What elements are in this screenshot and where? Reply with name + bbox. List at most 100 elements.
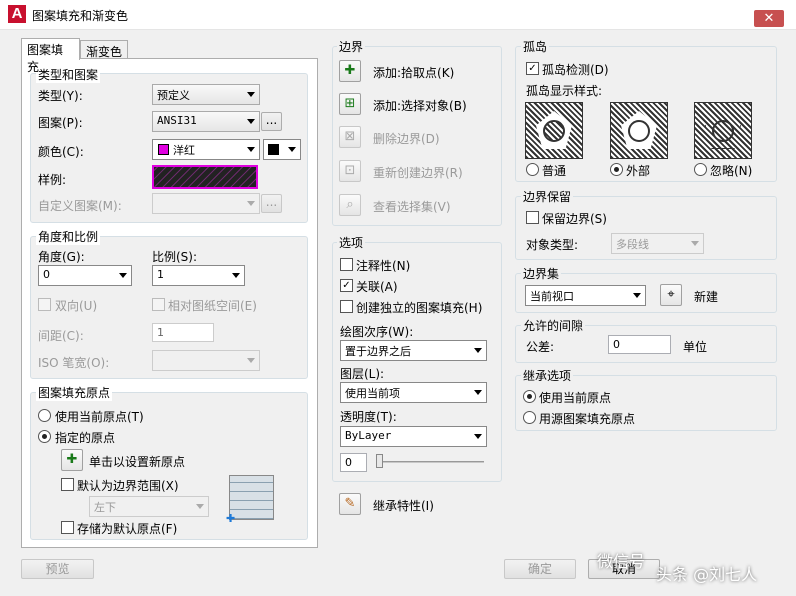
island-outer-icon[interactable] [610, 102, 668, 159]
custom-pattern-label: 自定义图案(M): [38, 199, 122, 213]
sample-label: 样例: [38, 173, 67, 187]
object-type-label: 对象类型: [526, 238, 579, 252]
chevron-down-icon [247, 119, 255, 124]
angle-scale-legend: 角度和比例 [36, 228, 101, 245]
set-origin-icon: ✚ [66, 452, 78, 467]
island-ignore-icon[interactable] [694, 102, 752, 159]
relative-paper-checkbox[interactable] [152, 298, 165, 311]
store-default-checkbox[interactable] [61, 521, 74, 534]
angle-dropdown[interactable]: 0 [38, 265, 132, 286]
background-color-dropdown[interactable] [263, 139, 301, 160]
layer-label: 图层(L): [340, 367, 385, 381]
transparency-dropdown[interactable]: ByLayer [340, 426, 487, 447]
specified-origin-label: 指定的原点 [55, 431, 116, 445]
type-label: 类型(Y): [38, 89, 83, 103]
transparency-label: 透明度(T): [340, 410, 397, 424]
type-value: 预定义 [157, 89, 190, 102]
chevron-down-icon [474, 434, 482, 439]
remove-boundaries-label: 删除边界(D) [373, 132, 440, 146]
checkmark-icon: ✓ [342, 280, 351, 291]
color-dropdown[interactable]: 洋红 [152, 139, 260, 160]
recreate-boundary-label: 重新创建边界(R) [373, 166, 463, 180]
pattern-browse-button[interactable]: ... [261, 112, 282, 131]
spacing-input[interactable]: 1 [152, 323, 214, 342]
inherit-use-source-label: 用源图案填充原点 [539, 412, 636, 426]
retain-boundaries-label: 保留边界(S) [542, 212, 607, 226]
specified-origin-radio[interactable] [38, 430, 51, 443]
close-button[interactable]: ✕ [754, 10, 784, 27]
custom-browse-button[interactable]: ... [261, 194, 282, 213]
island-ignore-label: 忽略(N) [710, 164, 753, 178]
tolerance-input[interactable]: 0 [608, 335, 671, 354]
scale-dropdown[interactable]: 1 [152, 265, 245, 286]
preview-button[interactable]: 预览 [21, 559, 94, 579]
associative-checkbox[interactable]: ✓ [340, 279, 353, 292]
magnifier-icon: ⌕ [346, 197, 354, 212]
tab-gradient[interactable]: 渐变色 [80, 40, 128, 60]
ok-button[interactable]: 确定 [504, 559, 576, 579]
chevron-down-icon [691, 241, 699, 246]
inherit-use-source-radio[interactable] [523, 411, 536, 424]
window-title: 图案填充和渐变色 [32, 9, 129, 23]
transparency-slider-thumb[interactable] [376, 454, 383, 468]
associative-label: 关联(A) [356, 280, 398, 294]
new-boundary-set-button[interactable]: ⌖ [660, 284, 682, 306]
spacing-label: 间距(C): [38, 329, 84, 343]
add-select-icon: ⊞ [344, 96, 356, 111]
extent-value: 左下 [94, 501, 116, 514]
use-current-origin-radio[interactable] [38, 409, 51, 422]
spacing-value: 1 [157, 326, 164, 339]
extent-dropdown[interactable]: 左下 [89, 496, 209, 517]
add-pick-button[interactable]: ✚ [339, 60, 361, 82]
chevron-down-icon [474, 348, 482, 353]
pattern-dropdown[interactable]: ANSI31 [152, 111, 260, 132]
type-dropdown[interactable]: 预定义 [152, 84, 260, 105]
annotative-label: 注释性(N) [356, 259, 411, 273]
island-outer-radio[interactable] [610, 163, 623, 176]
recreate-boundary-button[interactable]: ⊡ [339, 160, 361, 182]
layer-dropdown[interactable]: 使用当前项 [340, 382, 487, 403]
draw-order-label: 绘图次序(W): [340, 325, 414, 339]
hatch-sample-swatch[interactable] [152, 165, 258, 189]
crosshair-icon: ⌖ [667, 287, 675, 302]
island-outer-label: 外部 [626, 164, 651, 178]
chevron-down-icon [474, 390, 482, 395]
origin-legend: 图案填充原点 [36, 384, 113, 401]
separate-hatches-checkbox[interactable] [340, 300, 353, 313]
island-normal-radio[interactable] [526, 163, 539, 176]
annotative-checkbox[interactable] [340, 258, 353, 271]
angle-label: 角度(G): [38, 250, 85, 264]
add-pick-icon: ✚ [344, 63, 356, 78]
set-origin-button[interactable]: ✚ [61, 449, 83, 471]
island-normal-icon[interactable] [525, 102, 583, 159]
add-select-button[interactable]: ⊞ [339, 93, 361, 115]
island-detection-checkbox[interactable]: ✓ [526, 62, 539, 75]
inherit-properties-button[interactable]: ✎ [339, 493, 361, 515]
transparency-amount: 0 [345, 456, 352, 469]
double-checkbox[interactable] [38, 298, 51, 311]
background-color-swatch [268, 144, 279, 155]
island-normal-label: 普通 [542, 164, 567, 178]
draw-order-value: 置于边界之后 [345, 345, 411, 358]
default-extent-checkbox[interactable] [61, 478, 74, 491]
remove-boundaries-button[interactable]: ⊠ [339, 126, 361, 148]
transparency-value: ByLayer [345, 429, 392, 442]
boundary-set-legend: 边界集 [521, 265, 562, 282]
iso-pen-dropdown[interactable] [152, 350, 260, 371]
boundaries-legend: 边界 [337, 38, 366, 55]
inherit-use-current-radio[interactable] [523, 390, 536, 403]
custom-pattern-dropdown[interactable] [152, 193, 260, 214]
island-ignore-radio[interactable] [694, 163, 707, 176]
retain-boundaries-checkbox[interactable] [526, 211, 539, 224]
pattern-label: 图案(P): [38, 116, 83, 130]
tab-gradient-label: 渐变色 [86, 45, 123, 59]
transparency-amount-input[interactable]: 0 [340, 453, 367, 472]
tab-hatch[interactable]: 图案填充 [21, 38, 80, 74]
boundary-set-dropdown[interactable]: 当前视口 [525, 285, 646, 306]
transparency-slider-track[interactable] [378, 461, 484, 463]
watermark-text-1: 微信号 [597, 552, 646, 571]
draw-order-dropdown[interactable]: 置于边界之后 [340, 340, 487, 361]
pattern-value: ANSI31 [157, 114, 197, 127]
object-type-dropdown[interactable]: 多段线 [611, 233, 704, 254]
view-selections-button[interactable]: ⌕ [339, 194, 361, 216]
